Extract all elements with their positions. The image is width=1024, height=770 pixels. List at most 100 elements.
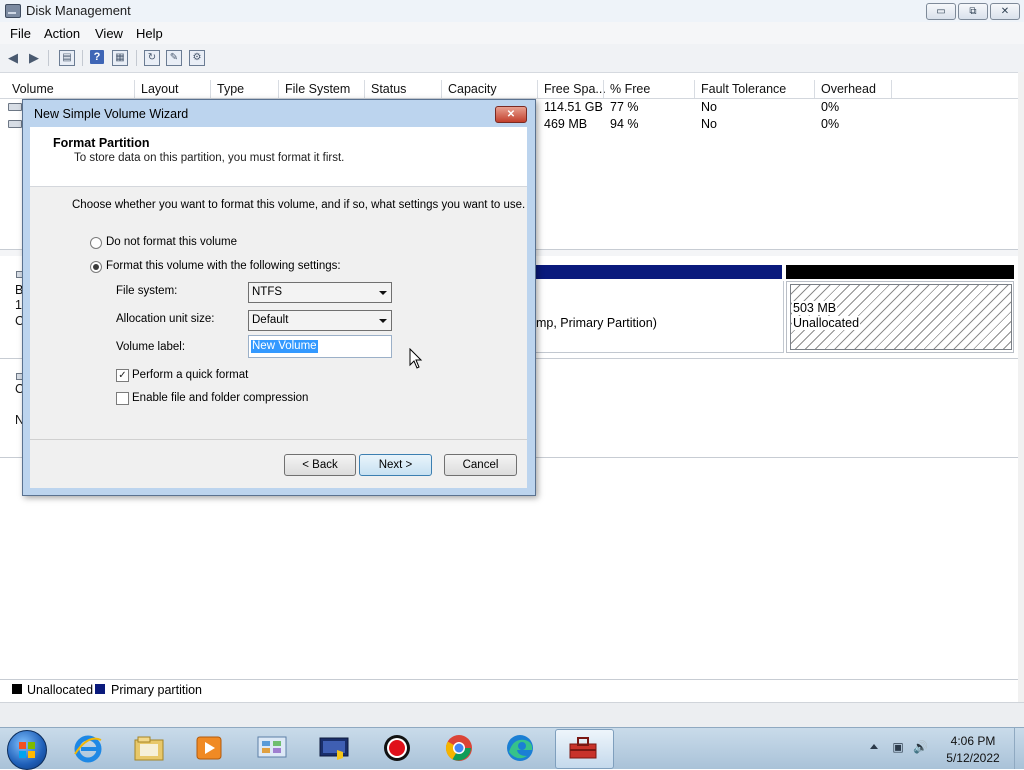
file-system-label: File system: bbox=[116, 285, 178, 297]
close-button[interactable]: ✕ bbox=[990, 3, 1020, 20]
toolbar-separator bbox=[136, 50, 137, 66]
volume-icon[interactable]: 🔊 bbox=[913, 740, 928, 754]
do-not-format-label[interactable]: Do not format this volume bbox=[106, 236, 237, 248]
column-type[interactable]: Type bbox=[217, 82, 244, 96]
volume-label-value: New Volume bbox=[251, 340, 318, 353]
computer-management-icon[interactable] bbox=[317, 732, 351, 764]
new-simple-volume-wizard: New Simple Volume Wizard ✕ Format Partit… bbox=[22, 99, 536, 496]
dialog-close-button[interactable]: ✕ bbox=[495, 106, 527, 123]
column-divider bbox=[278, 80, 279, 98]
unallocated-bar bbox=[786, 265, 1014, 279]
minimize-button[interactable]: ▭ bbox=[926, 3, 956, 20]
toolbar-separator bbox=[48, 50, 49, 66]
action-pane-icon[interactable]: ▦ bbox=[112, 50, 128, 66]
column-capacity[interactable]: Capacity bbox=[448, 82, 497, 96]
column-percent-free[interactable]: % Free bbox=[610, 82, 650, 96]
cancel-button[interactable]: Cancel bbox=[444, 454, 517, 476]
legend-primary-partition: Primary partition bbox=[111, 683, 202, 697]
disk-management-icon bbox=[5, 4, 21, 18]
percent-free-cell: 77 % bbox=[610, 100, 639, 114]
help-icon[interactable]: ? bbox=[90, 50, 104, 64]
back-button[interactable]: < Back bbox=[284, 454, 356, 476]
column-layout[interactable]: Layout bbox=[141, 82, 179, 96]
windows-logo-icon bbox=[19, 742, 35, 758]
vertical-scrollbar[interactable] bbox=[1018, 72, 1024, 702]
menu-bar: File Action View Help bbox=[0, 22, 1024, 44]
title-bar: Disk Management ▭ ⧉ ✕ bbox=[0, 0, 1024, 23]
partition-description: mp, Primary Partition) bbox=[536, 316, 657, 330]
menu-help[interactable]: Help bbox=[136, 26, 163, 41]
file-system-select[interactable]: NTFS bbox=[248, 282, 392, 303]
volume-label-input[interactable]: New Volume bbox=[248, 335, 392, 358]
column-free-space[interactable]: Free Spa... bbox=[544, 82, 606, 96]
internet-explorer-icon[interactable] bbox=[71, 732, 105, 764]
start-button[interactable] bbox=[7, 730, 47, 770]
free-space-cell: 469 MB bbox=[544, 117, 588, 131]
column-divider bbox=[694, 80, 695, 98]
do-not-format-radio[interactable] bbox=[90, 237, 102, 249]
control-panel-icon[interactable] bbox=[255, 732, 289, 764]
back-arrow-icon[interactable]: ◀ bbox=[4, 49, 22, 67]
fault-tolerance-cell: No bbox=[701, 100, 717, 114]
primary-partition-bar bbox=[534, 265, 782, 279]
column-fault-tolerance[interactable]: Fault Tolerance bbox=[701, 82, 786, 96]
volume-icon bbox=[8, 120, 22, 128]
dialog-title: New Simple Volume Wizard bbox=[34, 107, 189, 121]
format-volume-radio[interactable] bbox=[90, 261, 102, 273]
column-divider bbox=[891, 80, 892, 98]
properties-icon[interactable]: ✎ bbox=[166, 50, 182, 66]
recorder-icon[interactable] bbox=[380, 732, 414, 764]
overhead-cell: 0% bbox=[821, 100, 840, 114]
compression-label[interactable]: Enable file and folder compression bbox=[132, 392, 308, 404]
toolbar: ◀ ▶ ▤ ? ▦ ↻ ✎ ⚙ bbox=[0, 44, 1024, 73]
file-system-value: NTFS bbox=[252, 286, 283, 298]
fault-tolerance-cell: No bbox=[701, 117, 717, 131]
dialog-body: Format Partition To store data on this p… bbox=[30, 127, 527, 488]
unallocated-swatch bbox=[12, 684, 22, 694]
legend: Unallocated Primary partition bbox=[0, 679, 1018, 700]
allocation-unit-size-label: Allocation unit size: bbox=[116, 313, 215, 325]
format-volume-label[interactable]: Format this volume with the following se… bbox=[106, 260, 341, 272]
allocation-unit-size-select[interactable]: Default bbox=[248, 310, 392, 331]
media-player-icon[interactable] bbox=[192, 732, 226, 764]
volume-list-header: Volume Layout Type File System Status Ca… bbox=[0, 80, 1022, 99]
column-status[interactable]: Status bbox=[371, 82, 406, 96]
chrome-icon[interactable] bbox=[442, 732, 476, 764]
settings-icon[interactable]: ⚙ bbox=[189, 50, 205, 66]
show-hide-console-tree-icon[interactable]: ▤ bbox=[59, 50, 75, 66]
column-file-system[interactable]: File System bbox=[285, 82, 350, 96]
edge-icon[interactable] bbox=[503, 732, 537, 764]
column-volume[interactable]: Volume bbox=[12, 82, 54, 96]
show-desktop-button[interactable] bbox=[1014, 728, 1024, 769]
forward-arrow-icon[interactable]: ▶ bbox=[25, 49, 43, 67]
mouse-pointer-icon bbox=[409, 348, 423, 369]
menu-view[interactable]: View bbox=[95, 26, 123, 41]
next-button[interactable]: Next > bbox=[359, 454, 432, 476]
menu-action[interactable]: Action bbox=[44, 26, 80, 41]
wizard-page-subtitle: To store data on this partition, you mus… bbox=[74, 152, 345, 164]
compression-checkbox[interactable] bbox=[116, 392, 129, 405]
file-explorer-icon[interactable] bbox=[132, 732, 166, 764]
toolbar-separator bbox=[82, 50, 83, 66]
clock-time[interactable]: 4:06 PM bbox=[940, 734, 1006, 748]
quick-format-label[interactable]: Perform a quick format bbox=[132, 369, 248, 381]
maximize-button[interactable]: ⧉ bbox=[958, 3, 988, 20]
primary-partition-swatch bbox=[95, 684, 105, 694]
chevron-down-icon bbox=[379, 291, 387, 295]
network-icon[interactable]: ▣ bbox=[891, 740, 905, 754]
column-overhead[interactable]: Overhead bbox=[821, 82, 876, 96]
disk-info-fragment: 1 bbox=[15, 298, 22, 312]
volume-label-label: Volume label: bbox=[116, 341, 186, 353]
show-hidden-icons-icon[interactable] bbox=[870, 744, 878, 749]
refresh-icon[interactable]: ↻ bbox=[144, 50, 160, 66]
clock-date[interactable]: 5/12/2022 bbox=[940, 751, 1006, 765]
column-divider bbox=[364, 80, 365, 98]
volume-icon bbox=[8, 103, 22, 111]
quick-format-checkbox[interactable]: ✓ bbox=[116, 369, 129, 382]
column-divider bbox=[603, 80, 604, 98]
disk-management-icon bbox=[569, 737, 597, 759]
percent-free-cell: 94 % bbox=[610, 117, 639, 131]
column-divider bbox=[814, 80, 815, 98]
menu-file[interactable]: File bbox=[10, 26, 31, 41]
wizard-page-title: Format Partition bbox=[53, 136, 150, 150]
